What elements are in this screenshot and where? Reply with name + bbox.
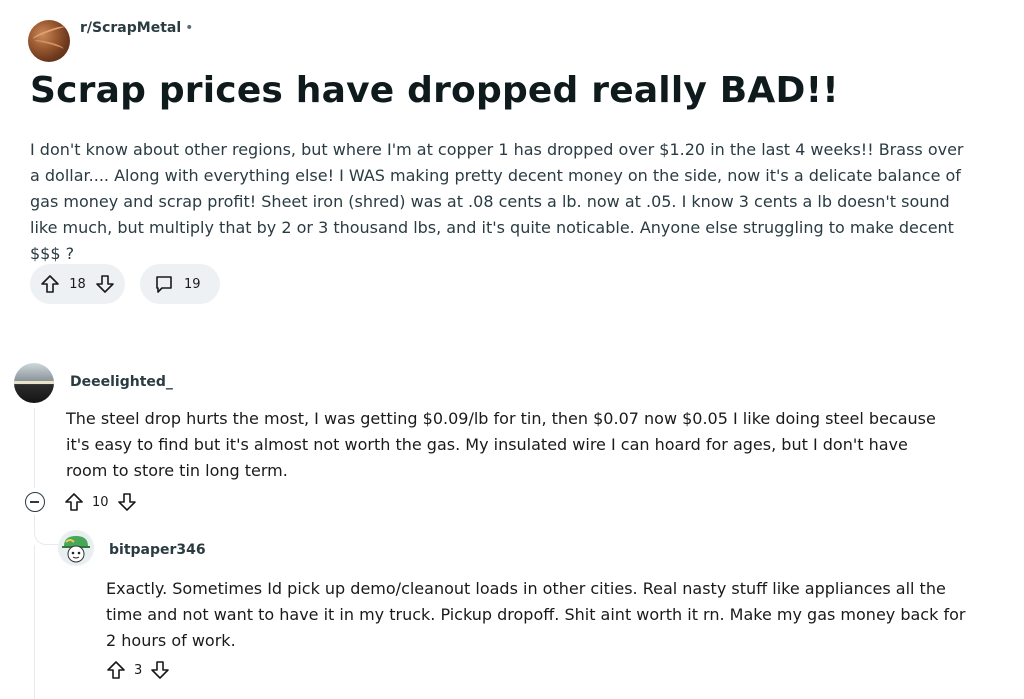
downvote-icon[interactable] <box>95 274 115 294</box>
thread-line <box>34 545 35 699</box>
post-title: Scrap prices have dropped really BAD!! <box>30 70 839 111</box>
comments-button[interactable]: 19 <box>140 264 220 304</box>
comment-vote-count: 10 <box>92 494 109 510</box>
reply-body: Exactly. Sometimes Id pick up demo/clean… <box>106 579 966 650</box>
subreddit-name[interactable]: r/ScrapMetal <box>80 20 181 36</box>
comment-icon <box>154 274 174 294</box>
downvote-icon[interactable] <box>117 492 137 512</box>
post-body: I don't know about other regions, but wh… <box>30 140 964 263</box>
upvote-icon[interactable] <box>106 660 126 680</box>
separator-dot: • <box>185 20 194 36</box>
upvote-icon[interactable] <box>64 492 84 512</box>
comment-author[interactable]: Deeelighted_ <box>70 374 173 390</box>
subreddit-avatar[interactable] <box>28 20 70 62</box>
comment-vote-bar: 10 <box>64 492 137 512</box>
commenter-avatar[interactable] <box>14 363 54 403</box>
upvote-icon[interactable] <box>40 274 60 294</box>
reply-author[interactable]: bitpaper346 <box>109 542 206 558</box>
comment-body: The steel drop hurts the most, I was get… <box>66 409 936 480</box>
comment-count: 19 <box>184 276 201 292</box>
post-vote-bar: 18 <box>30 264 125 304</box>
reddit-post-page: r/ScrapMetal • Scrap prices have dropped … <box>0 0 1024 699</box>
thread-line <box>34 408 35 488</box>
reply-vote-bar: 3 <box>106 660 170 680</box>
subreddit-name-row: r/ScrapMetal • <box>80 20 193 36</box>
reply-connector <box>34 515 58 545</box>
post-vote-count: 18 <box>69 276 86 292</box>
reply-vote-count: 3 <box>134 662 143 678</box>
collapse-icon[interactable] <box>25 492 45 512</box>
downvote-icon[interactable] <box>150 660 170 680</box>
subreddit-header: r/ScrapMetal • <box>28 20 193 62</box>
commenter-avatar[interactable] <box>58 530 94 566</box>
